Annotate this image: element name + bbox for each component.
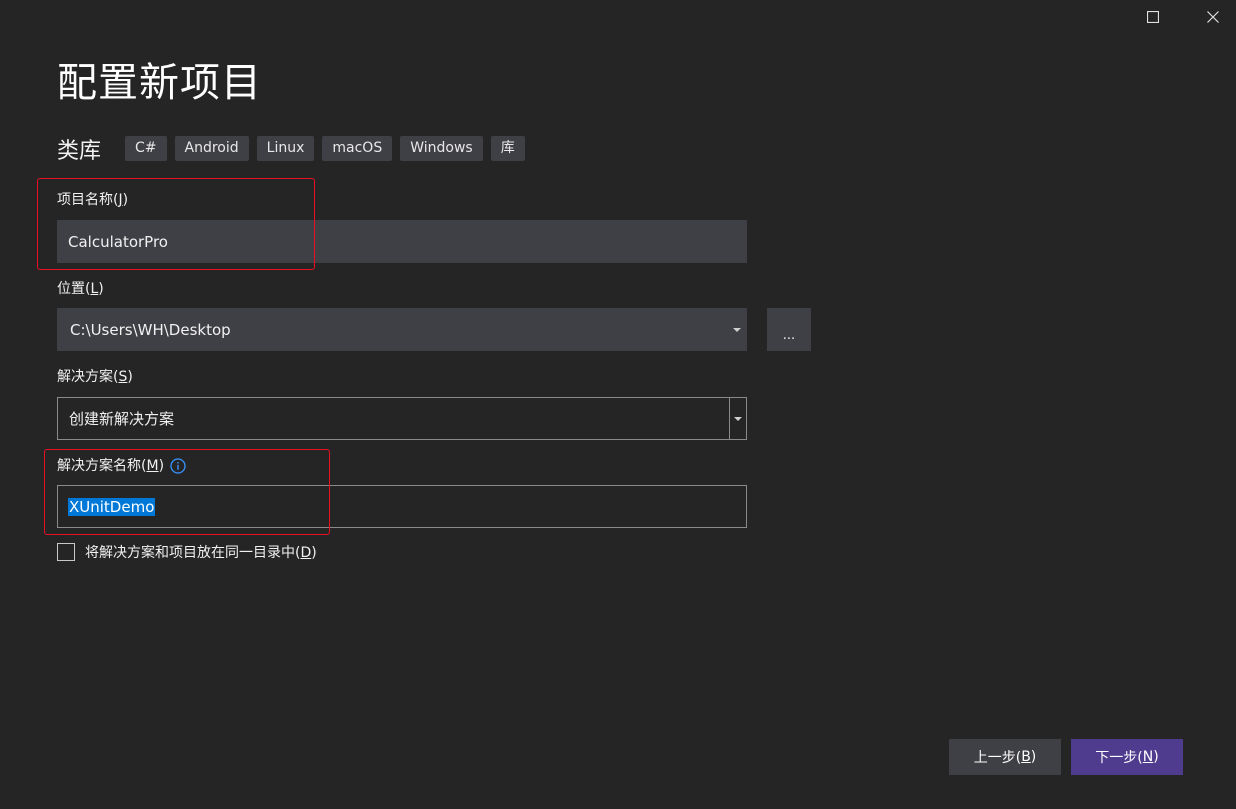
location-label: 位置(L) (57, 281, 104, 297)
location-combobox[interactable]: C:\Users\WH\Desktop (57, 308, 747, 351)
solution-name-input[interactable]: XUnitDemo (57, 485, 747, 528)
project-name-label: 项目名称(J) (57, 192, 129, 208)
close-icon (1207, 11, 1219, 23)
location-value: C:\Users\WH\Desktop (70, 320, 231, 339)
back-button[interactable]: 上一步(B) (949, 739, 1061, 775)
same-directory-label[interactable]: 将解决方案和项目放在同一目录中(D) (85, 542, 317, 562)
solution-value: 创建新解决方案 (69, 410, 175, 428)
solution-name-value: XUnitDemo (68, 497, 156, 516)
maximize-icon (1147, 11, 1159, 23)
chevron-down-icon (734, 416, 742, 421)
tag-linux: Linux (256, 136, 315, 161)
tag-macos: macOS (322, 136, 393, 161)
browse-button[interactable]: ... (767, 308, 811, 351)
tag-windows: Windows (400, 136, 483, 161)
project-name-value: CalculatorPro (68, 232, 168, 251)
configure-project-window: 配置新项目 类库 C# Android Linux macOS Windows … (0, 0, 1236, 809)
solution-name-label: 解决方案名称(M) (57, 455, 186, 475)
template-tags: C# Android Linux macOS Windows 库 (125, 136, 525, 161)
close-button[interactable] (1190, 0, 1236, 34)
solution-dropdown-toggle[interactable] (729, 398, 746, 439)
solution-label: 解决方案(S) (57, 369, 133, 385)
project-name-input[interactable]: CalculatorPro (57, 220, 747, 263)
tag-csharp: C# (125, 136, 167, 161)
same-directory-option[interactable]: 将解决方案和项目放在同一目录中(D) (57, 542, 317, 562)
solution-dropdown[interactable]: 创建新解决方案 (57, 397, 747, 440)
same-directory-checkbox[interactable] (57, 543, 75, 561)
next-button[interactable]: 下一步(N) (1071, 739, 1183, 775)
chevron-down-icon[interactable] (733, 327, 741, 332)
page-title: 配置新项目 (57, 60, 262, 106)
tag-library: 库 (490, 136, 525, 161)
info-icon[interactable] (170, 458, 186, 474)
tag-android: Android (174, 136, 249, 161)
maximize-button[interactable] (1130, 0, 1176, 34)
template-name: 类库 (57, 139, 102, 164)
